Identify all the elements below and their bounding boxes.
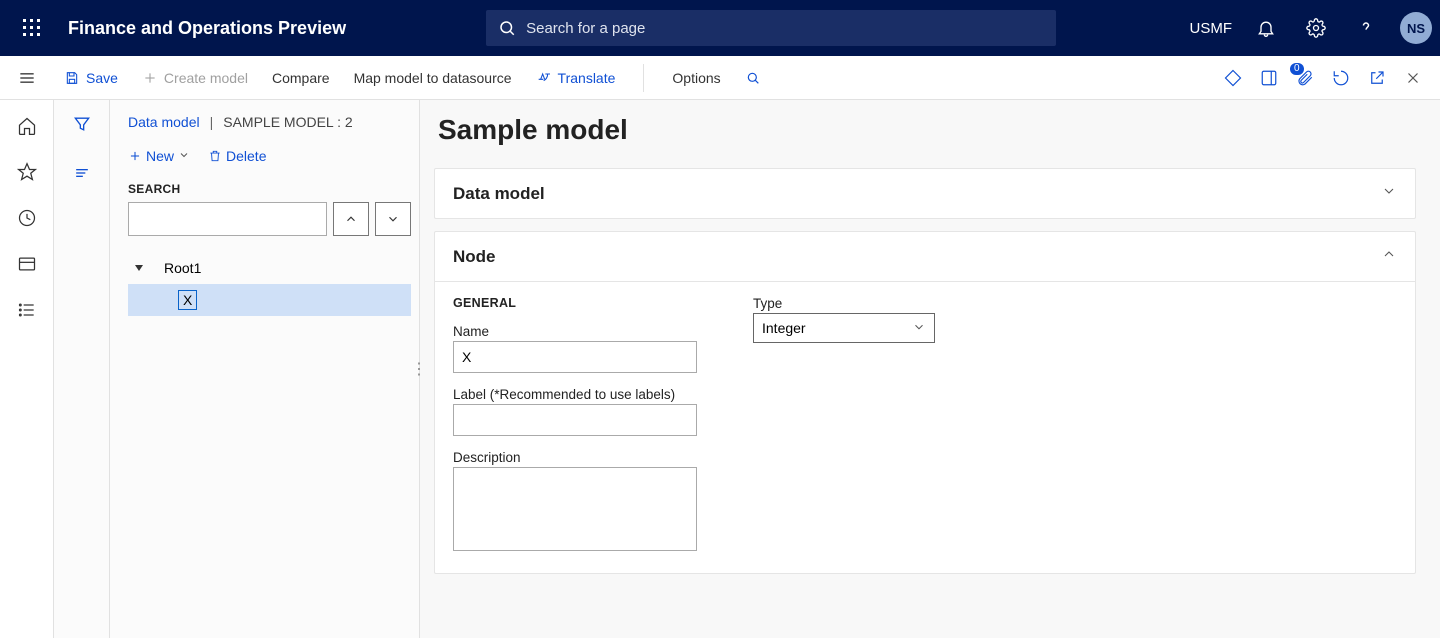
chevron-up-icon [1381, 246, 1397, 267]
refresh-icon[interactable] [1332, 69, 1350, 87]
new-button[interactable]: New [128, 148, 190, 164]
global-search[interactable] [486, 10, 1056, 46]
description-label: Description [453, 450, 697, 465]
map-model-button[interactable]: Map model to datasource [354, 70, 512, 86]
label-input[interactable] [453, 404, 697, 436]
type-value: Integer [762, 320, 806, 336]
company-selector[interactable]: USMF [1190, 20, 1233, 37]
breadcrumb: Data model | SAMPLE MODEL : 2 [128, 114, 411, 130]
create-model-label: Create model [164, 70, 248, 86]
filter-icon[interactable] [72, 114, 92, 139]
name-input[interactable] [453, 341, 697, 373]
tree-selected-node[interactable]: X [128, 284, 411, 316]
tree-root-label: Root1 [164, 260, 201, 276]
search-next-button[interactable] [375, 202, 411, 236]
related-info-icon[interactable] [1224, 69, 1242, 87]
left-nav-rail [0, 100, 54, 638]
chevron-down-icon [1381, 183, 1397, 204]
global-search-input[interactable] [526, 20, 1044, 37]
attachments-count-badge: 0 [1290, 63, 1304, 75]
data-model-section: Data model [434, 168, 1416, 219]
data-model-header[interactable]: Data model [435, 169, 1415, 218]
chevron-down-icon [178, 148, 190, 164]
translate-button[interactable]: Translate [536, 70, 616, 86]
tree-expand-icon[interactable] [128, 262, 150, 274]
page-title: Sample model [438, 114, 1416, 146]
delete-button[interactable]: Delete [208, 148, 266, 164]
favorites-star-icon[interactable] [17, 162, 37, 182]
label-label: Label (*Recommended to use labels) [453, 387, 697, 402]
close-icon[interactable] [1404, 69, 1422, 87]
navpane-toggle-icon[interactable] [0, 68, 54, 88]
general-heading: GENERAL [453, 296, 697, 310]
node-section: Node GENERAL Name Label (*Recommended to… [434, 231, 1416, 574]
save-button[interactable]: Save [64, 70, 118, 86]
workspaces-icon[interactable] [17, 254, 37, 274]
help-icon[interactable] [1350, 12, 1382, 44]
name-label: Name [453, 324, 697, 339]
breadcrumb-current: SAMPLE MODEL : 2 [223, 114, 352, 130]
search-label: SEARCH [128, 182, 411, 196]
notifications-icon[interactable] [1250, 12, 1282, 44]
recent-clock-icon[interactable] [17, 208, 37, 228]
home-icon[interactable] [17, 116, 37, 136]
main-area: Sample model Data model Node GENERAL Nam… [420, 100, 1440, 638]
page-rail [54, 100, 110, 638]
list-lines-icon[interactable] [72, 163, 92, 188]
breadcrumb-link[interactable]: Data model [128, 114, 200, 130]
settings-gear-icon[interactable] [1300, 12, 1332, 44]
modules-list-icon[interactable] [17, 300, 37, 320]
side-pane-icon[interactable] [1260, 69, 1278, 87]
tree-panel: Data model | SAMPLE MODEL : 2 New Delete… [110, 100, 420, 638]
create-model-button: Create model [142, 70, 248, 86]
chevron-down-icon [912, 320, 926, 337]
tree-search-input[interactable] [128, 202, 327, 236]
divider [643, 64, 644, 92]
global-header: Finance and Operations Preview USMF NS [0, 0, 1440, 56]
panel-resize-handle[interactable]: ⋮ [411, 359, 425, 379]
node-header[interactable]: Node [435, 232, 1415, 282]
waffle-icon[interactable] [12, 8, 52, 48]
compare-button[interactable]: Compare [272, 70, 330, 86]
attachments-icon[interactable]: 0 [1296, 69, 1314, 87]
description-input[interactable] [453, 467, 697, 551]
tree-node-label: X [178, 290, 197, 310]
type-select[interactable]: Integer [753, 313, 935, 343]
search-prev-button[interactable] [333, 202, 369, 236]
action-bar: Save Create model Compare Map model to d… [0, 56, 1440, 100]
breadcrumb-separator: | [210, 114, 214, 130]
type-label: Type [753, 296, 935, 311]
save-label: Save [86, 70, 118, 86]
app-title: Finance and Operations Preview [68, 18, 346, 39]
options-button[interactable]: Options [672, 70, 720, 86]
model-tree: Root1 X [128, 252, 411, 316]
page-search-icon[interactable] [745, 70, 761, 86]
tree-toolbar: New Delete [128, 148, 411, 164]
popout-icon[interactable] [1368, 69, 1386, 87]
tree-root-node[interactable]: Root1 [128, 252, 411, 284]
user-avatar[interactable]: NS [1400, 12, 1432, 44]
